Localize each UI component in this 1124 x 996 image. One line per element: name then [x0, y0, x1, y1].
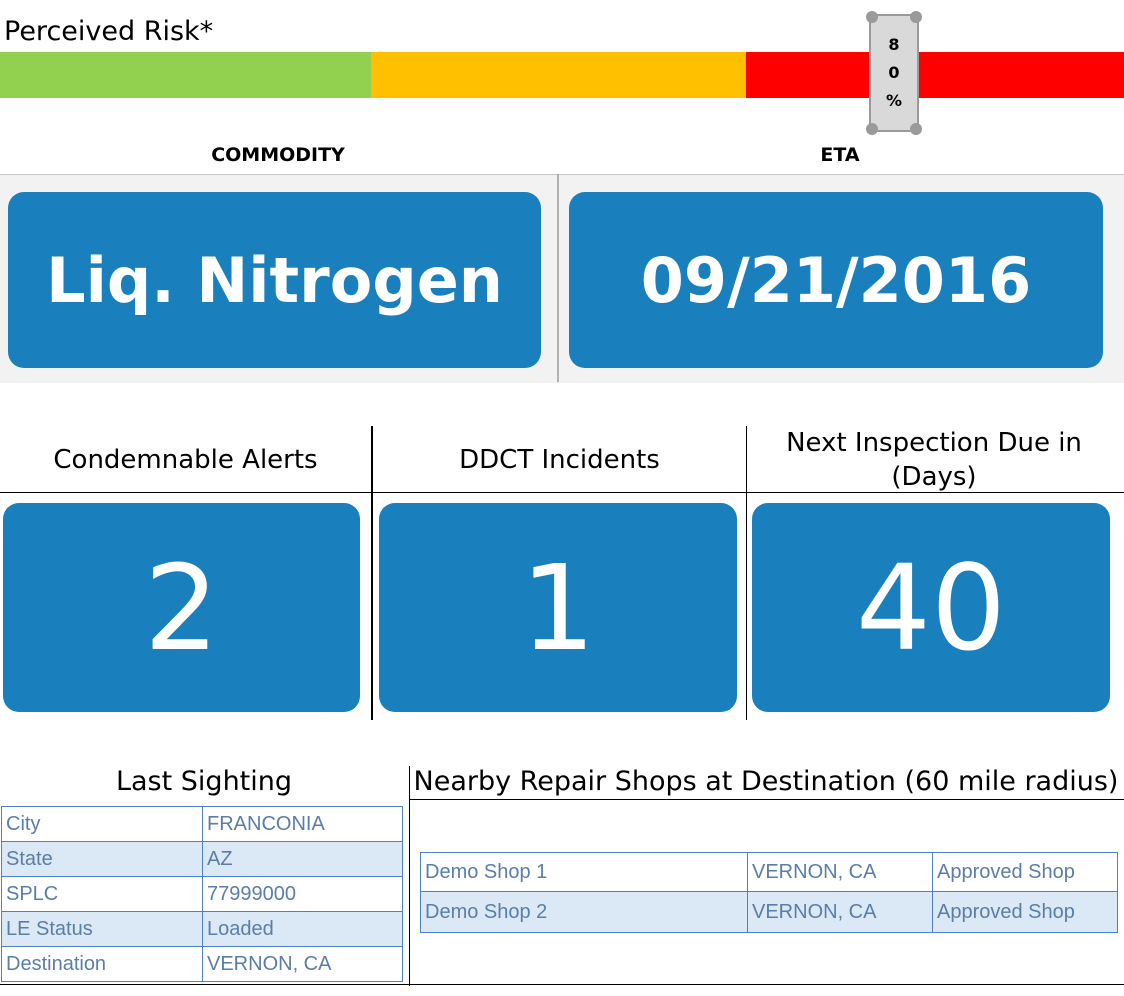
sighting-value: 77999000: [202, 876, 403, 912]
risk-indicator-char: 0: [888, 63, 900, 82]
table-row: LE Status Loaded: [1, 911, 403, 947]
slider-handle-top-right: [910, 11, 922, 23]
table-row: Destination VERNON, CA: [1, 946, 403, 982]
table-row: City FRANCONIA: [1, 806, 403, 842]
sighting-value: VERNON, CA: [202, 946, 403, 982]
shop-status: Approved Shop: [932, 891, 1118, 933]
ddct-incidents-tile: 1: [379, 503, 737, 712]
repair-shops-table: Demo Shop 1 VERNON, CA Approved Shop Dem…: [420, 852, 1118, 933]
repair-shops-title: Nearby Repair Shops at Destination (60 m…: [413, 766, 1119, 797]
slider-handle-bottom-left: [866, 123, 878, 135]
sighting-value: AZ: [202, 841, 403, 877]
ddct-incidents-label: DDCT Incidents: [459, 445, 660, 475]
risk-title: Perceived Risk*: [4, 16, 214, 47]
risk-indicator-char: %: [885, 91, 903, 110]
shop-name: Demo Shop 2: [420, 891, 748, 933]
risk-segment-medium: [371, 52, 746, 98]
eta-label: ETA: [820, 144, 860, 166]
eta-tile: 09/21/2016: [569, 192, 1103, 368]
slider-handle-bottom-right: [910, 123, 922, 135]
risk-segment-high: [746, 52, 1124, 98]
shop-name: Demo Shop 1: [420, 852, 748, 892]
metrics-header-rule: [0, 492, 1124, 493]
sighting-key: State: [1, 841, 203, 877]
risk-segment-low: [0, 52, 371, 98]
table-row: SPLC 77999000: [1, 876, 403, 912]
condemnable-alerts-tile: 2: [3, 503, 360, 712]
sighting-key: SPLC: [1, 876, 203, 912]
bottom-header-rule: [410, 799, 1124, 800]
commodity-label: COMMODITY: [211, 144, 345, 166]
shop-location: VERNON, CA: [747, 852, 933, 892]
shop-status: Approved Shop: [932, 852, 1118, 892]
bottom-rule: [0, 984, 1124, 985]
last-sighting-title: Last Sighting: [115, 766, 293, 797]
last-sighting-table: City FRANCONIA State AZ SPLC 77999000 LE…: [1, 806, 403, 982]
table-row: State AZ: [1, 841, 403, 877]
risk-indicator-char: 8: [888, 35, 900, 54]
next-inspection-tile: 40: [752, 503, 1110, 712]
condemnable-alerts-label: Condemnable Alerts: [53, 445, 318, 475]
sighting-key: LE Status: [1, 911, 203, 947]
metrics-divider-2: [746, 426, 747, 720]
sighting-key: City: [1, 806, 203, 842]
commodity-tile: Liq. Nitrogen: [8, 192, 541, 368]
next-inspection-label: Next Inspection Due in (Days): [786, 428, 1082, 492]
panel-divider: [557, 174, 559, 382]
risk-gauge-bar: [0, 52, 1124, 98]
slider-handle-top-left: [866, 11, 878, 23]
shop-location: VERNON, CA: [747, 891, 933, 933]
risk-indicator-slider[interactable]: 8 0 %: [866, 11, 922, 135]
sighting-value: Loaded: [202, 911, 403, 947]
sighting-value: FRANCONIA: [202, 806, 403, 842]
table-row: Demo Shop 2 VERNON, CA Approved Shop: [420, 891, 1118, 933]
bottom-divider: [409, 766, 410, 986]
sighting-key: Destination: [1, 946, 203, 982]
metrics-divider-1: [371, 426, 373, 720]
table-row: Demo Shop 1 VERNON, CA Approved Shop: [420, 852, 1118, 892]
